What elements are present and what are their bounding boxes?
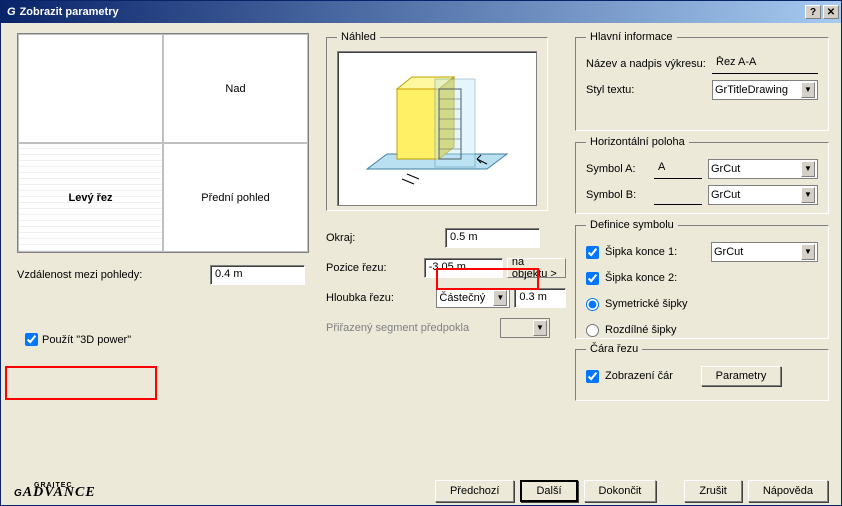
view-top-left[interactable] xyxy=(18,34,163,143)
napoveda-button[interactable]: Nápověda xyxy=(748,480,828,502)
view-top-right[interactable]: Nad xyxy=(163,34,308,143)
graitec-advance-logo: GRAITEC GADVANCE xyxy=(14,482,96,501)
chevron-down-icon: ▼ xyxy=(801,187,815,203)
definice-fieldset: Definice symbolu Šipka konce 1: GrCut ▼ … xyxy=(575,219,829,339)
view-bottom-left[interactable]: Levý řez xyxy=(18,143,163,252)
rozdilne-label: Rozdílné šipky xyxy=(605,324,725,336)
chevron-down-icon: ▼ xyxy=(801,244,815,260)
chevron-down-icon: ▼ xyxy=(493,290,507,306)
symA-label: Symbol A: xyxy=(586,163,648,175)
pozice-input[interactable] xyxy=(429,261,498,273)
distance-input[interactable] xyxy=(215,268,300,280)
horiz-legend: Horizontální poloha xyxy=(586,136,689,148)
symB-input[interactable] xyxy=(658,187,698,199)
title-text: Zobrazit parametry xyxy=(20,6,119,18)
distance-input-wrap xyxy=(210,265,305,285)
prirazeny-select: ▼ xyxy=(500,318,550,338)
titlebar: G Zobrazit parametry ? ✕ xyxy=(1,1,841,23)
hloubka-select[interactable]: Částečný ▼ xyxy=(436,288,510,308)
preview-3d xyxy=(337,51,537,206)
sipka2-checkbox[interactable] xyxy=(586,272,599,285)
distance-label: Vzdálenost mezi pohledy: xyxy=(17,269,202,281)
chevron-down-icon: ▼ xyxy=(533,320,547,336)
hlavni-legend: Hlavní informace xyxy=(586,31,677,43)
nazev-label: Název a nadpis výkresu: xyxy=(586,58,706,70)
dokoncit-button[interactable]: Dokončit xyxy=(584,480,657,502)
symetricke-label: Symetrické šipky xyxy=(605,298,725,310)
sipka1-label: Šipka konce 1: xyxy=(605,246,705,258)
hloubka-label: Hloubka řezu: xyxy=(326,292,432,304)
chevron-down-icon: ▼ xyxy=(801,82,815,98)
highlight-box xyxy=(5,366,157,400)
zobrazeni-checkbox[interactable] xyxy=(586,370,599,383)
sipka1-select[interactable]: GrCut ▼ xyxy=(711,242,818,262)
symB-label: Symbol B: xyxy=(586,189,648,201)
symA-input[interactable] xyxy=(658,161,698,173)
view-bottom-right[interactable]: Přední pohled xyxy=(163,143,308,252)
hloubka-input-wrap xyxy=(514,288,566,308)
views-grid: Nad Levý řez Přední pohled xyxy=(17,33,309,253)
preview-legend: Náhled xyxy=(337,31,380,43)
use-3d-power-checkbox[interactable] xyxy=(25,333,38,346)
styl-select[interactable]: GrTitleDrawing ▼ xyxy=(712,80,818,100)
okraj-label: Okraj: xyxy=(326,232,441,244)
okraj-input-wrap xyxy=(445,228,540,248)
predchozi-button[interactable]: Předchozí xyxy=(435,480,515,502)
chevron-down-icon: ▼ xyxy=(801,161,815,177)
okraj-input[interactable] xyxy=(450,231,535,243)
symA-select[interactable]: GrCut ▼ xyxy=(708,159,818,179)
cara-legend: Čára řezu xyxy=(586,343,642,355)
styl-label: Styl textu: xyxy=(586,84,706,96)
window-title: G Zobrazit parametry xyxy=(3,6,119,18)
sipka1-checkbox[interactable] xyxy=(586,246,599,259)
parametry-button[interactable]: Parametry xyxy=(701,366,781,386)
nazev-input[interactable] xyxy=(716,56,814,68)
na-objektu-button[interactable]: na objektu > xyxy=(507,258,566,278)
hloubka-input[interactable] xyxy=(519,291,561,303)
symetricke-radio[interactable] xyxy=(586,298,599,311)
preview-fieldset: Náhled xyxy=(326,31,548,211)
close-icon[interactable]: ✕ xyxy=(823,5,839,19)
prirazeny-label: Přiřazený segment předpokla xyxy=(326,322,496,334)
zrusit-button[interactable]: Zrušit xyxy=(684,480,742,502)
symB-select[interactable]: GrCut ▼ xyxy=(708,185,818,205)
hlavni-info-fieldset: Hlavní informace Název a nadpis výkresu:… xyxy=(575,31,829,131)
cara-fieldset: Čára řezu Zobrazení čár Parametry xyxy=(575,343,829,401)
zobrazeni-label: Zobrazení čár xyxy=(605,370,695,382)
pozice-label: Pozice řezu: xyxy=(326,262,420,274)
def-legend: Definice symbolu xyxy=(586,219,678,231)
sipka2-label: Šipka konce 2: xyxy=(605,272,705,284)
app-icon: G xyxy=(7,6,16,18)
dalsi-button[interactable]: Další xyxy=(520,480,577,502)
rozdilne-radio[interactable] xyxy=(586,324,599,337)
help-icon[interactable]: ? xyxy=(805,5,821,19)
use-3d-power-label: Použít "3D power" xyxy=(42,334,131,346)
pozice-input-wrap xyxy=(424,258,503,278)
horiz-fieldset: Horizontální poloha Symbol A: GrCut ▼ Sy… xyxy=(575,136,829,214)
